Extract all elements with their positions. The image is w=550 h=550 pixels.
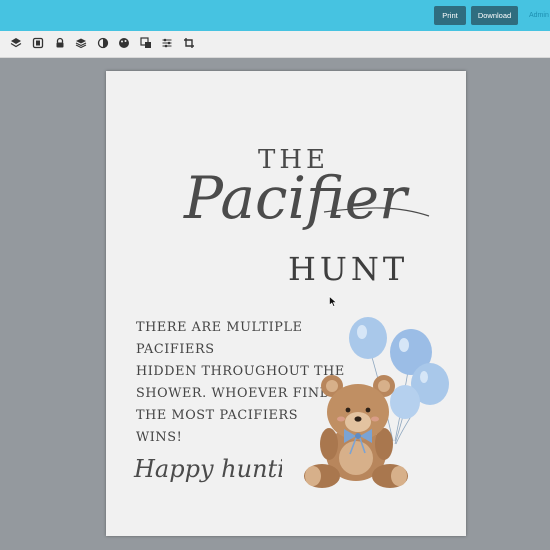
title-hunt: HUNT (288, 250, 409, 288)
layers-icon[interactable] (10, 37, 22, 49)
title-pacifier: Pacifier (183, 164, 430, 232)
lock-icon[interactable] (54, 37, 66, 49)
mouse-pointer-icon (329, 296, 337, 307)
download-button[interactable]: Download (471, 6, 518, 25)
adjust-icon[interactable] (161, 37, 173, 49)
teddy-bear-balloons-illustration (304, 317, 449, 488)
happy-hunting-text: Happy hunting! (133, 455, 282, 483)
admin-link[interactable]: Admin (529, 12, 549, 19)
replace-image-icon[interactable] (140, 37, 152, 49)
contrast-icon[interactable] (97, 37, 109, 49)
stack-icon[interactable] (75, 37, 87, 49)
svg-text:Pacifier: Pacifier (183, 164, 410, 232)
svg-text:Happy hunting!: Happy hunting! (133, 455, 282, 483)
print-button[interactable]: Print (434, 6, 466, 25)
top-bar: Print Download Admin (0, 0, 550, 31)
document-page: THE Pacifier HUNT THERE ARE MULTIPLE PAC… (106, 71, 466, 536)
editor-toolbar (0, 31, 550, 58)
palette-icon[interactable] (118, 37, 130, 49)
image-icon[interactable] (32, 37, 44, 49)
crop-icon[interactable] (183, 37, 195, 49)
